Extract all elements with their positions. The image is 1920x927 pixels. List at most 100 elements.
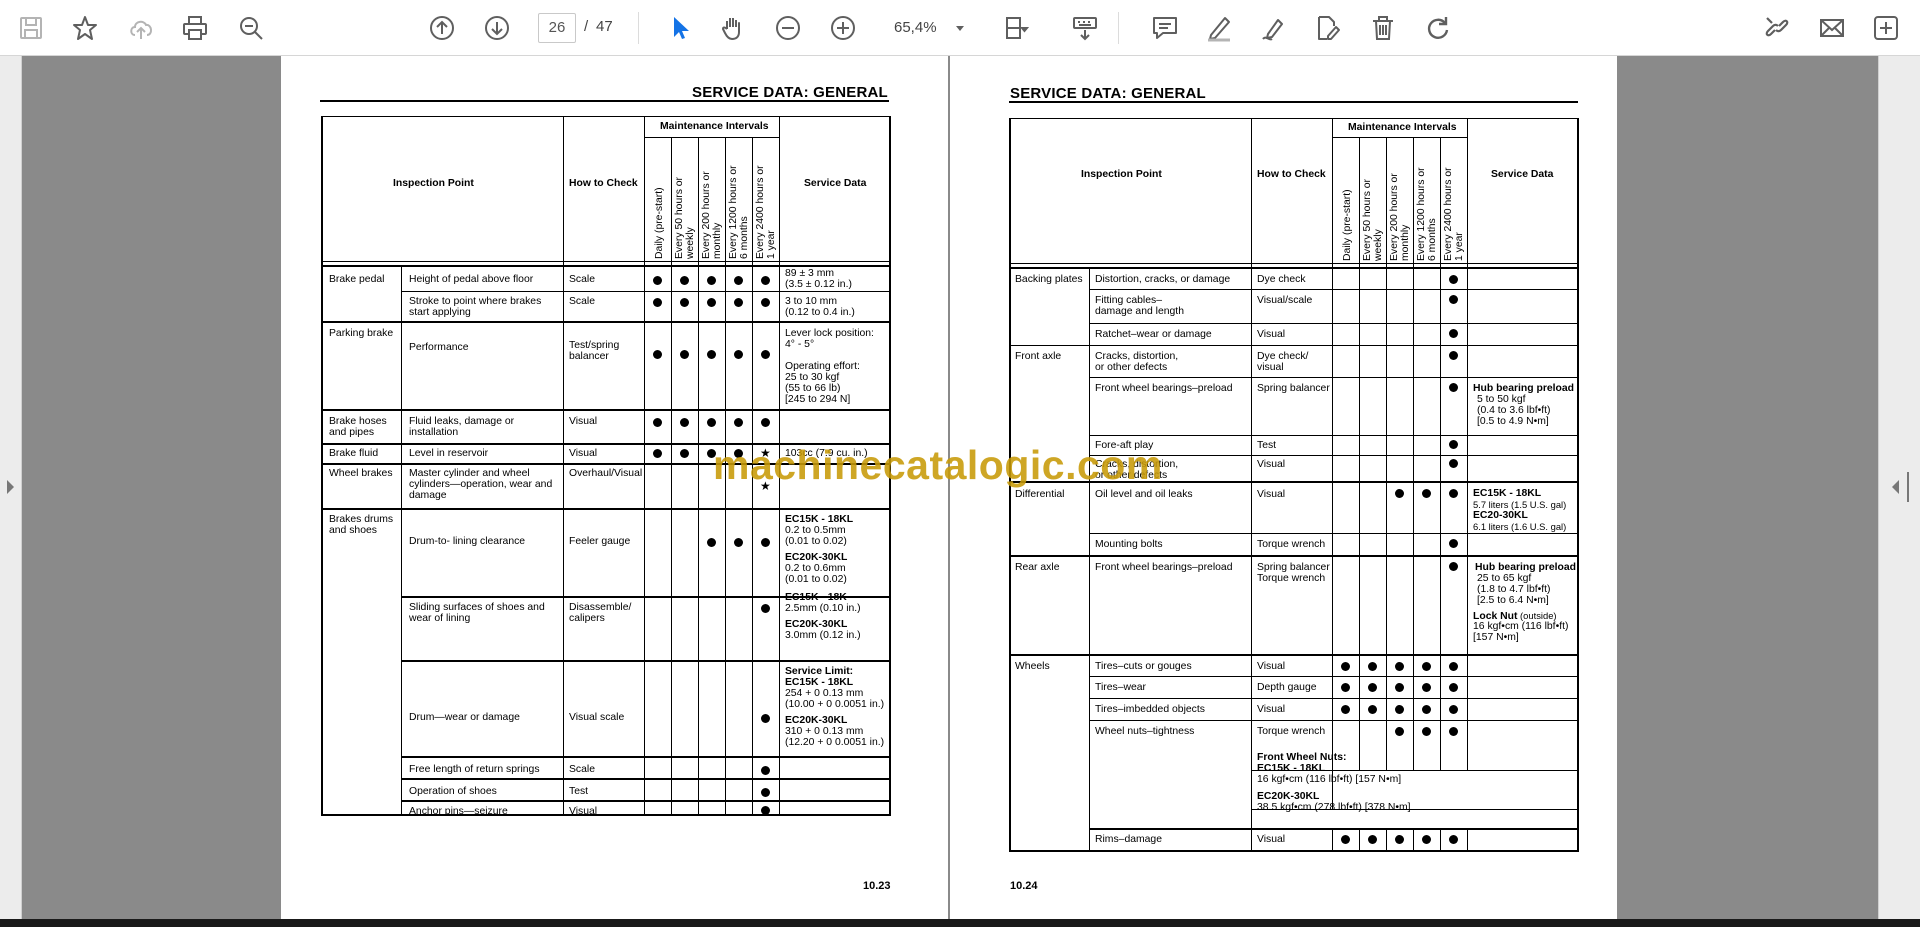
group-label: Backing plates xyxy=(1015,274,1083,285)
interval-dot xyxy=(734,538,743,547)
interval-dot xyxy=(1341,683,1350,692)
zoom-out-icon[interactable] xyxy=(771,11,805,45)
inspection-item: Master cylinder and wheel cylinders—oper… xyxy=(409,468,553,501)
more-tools-icon[interactable] xyxy=(1869,11,1903,45)
comment-icon[interactable] xyxy=(1148,11,1182,45)
header-maintenance-intervals: Maintenance Intervals xyxy=(660,121,769,132)
service-model: EC15K - 18KL xyxy=(1473,488,1542,499)
check-method: Spring balancer Torque wrench xyxy=(1257,562,1330,584)
group-label: Parking brake xyxy=(329,328,394,339)
save-icon[interactable] xyxy=(14,11,48,45)
left-panel-toggle[interactable] xyxy=(0,56,22,919)
share-link-icon[interactable] xyxy=(1760,11,1794,45)
next-page-icon[interactable] xyxy=(480,11,514,45)
check-method: Scale xyxy=(569,764,595,775)
keyboard-down-icon[interactable] xyxy=(1068,11,1102,45)
header-interval-200h: Every 200 hours or monthly xyxy=(701,171,723,259)
service-value: 6.1 liters (1.6 U.S. gal) xyxy=(1473,521,1567,532)
interval-dot xyxy=(1395,835,1404,844)
service-model: EC20K-30KL xyxy=(785,715,848,726)
zoom-in-icon[interactable] xyxy=(826,11,860,45)
delete-trash-icon[interactable] xyxy=(1366,11,1400,45)
check-method: Visual xyxy=(1257,834,1286,845)
header-service-data: Service Data xyxy=(1491,169,1554,180)
expand-right-icon[interactable] xyxy=(1892,480,1899,494)
page-number: 10.23 xyxy=(863,880,891,892)
interval-dot xyxy=(1422,835,1431,844)
header-how-to-check: How to Check xyxy=(1257,169,1326,180)
inspection-item: Level in reservoir xyxy=(409,448,489,459)
check-method: Scale xyxy=(569,274,595,285)
expand-left-icon[interactable] xyxy=(7,480,14,494)
interval-dot xyxy=(1449,383,1458,392)
interval-dot xyxy=(653,350,662,359)
interval-dot xyxy=(1449,275,1458,284)
page-number: 10.24 xyxy=(1010,880,1038,892)
interval-dot xyxy=(1368,662,1377,671)
interval-dot xyxy=(761,714,770,723)
service-model: EC20K-30KL xyxy=(785,619,848,630)
edit-document-icon[interactable] xyxy=(1311,11,1345,45)
interval-dot xyxy=(734,350,743,359)
sign-pen-icon[interactable] xyxy=(1257,11,1291,45)
interval-dot xyxy=(1449,705,1458,714)
header-service-data: Service Data xyxy=(804,178,867,189)
interval-dot xyxy=(1341,705,1350,714)
interval-dot xyxy=(1422,705,1431,714)
interval-dot xyxy=(761,298,770,307)
interval-dot xyxy=(761,766,770,775)
page-title: SERVICE DATA: GENERAL xyxy=(1010,85,1206,102)
inspection-item: Ratchet–wear or damage xyxy=(1095,329,1212,340)
print-icon[interactable] xyxy=(178,11,212,45)
page-number-input[interactable]: 26 xyxy=(538,13,576,43)
inspection-item: Front wheel bearings–preload xyxy=(1095,383,1233,394)
bookmark-star-icon[interactable] xyxy=(68,11,102,45)
watermark-text: machinecatalogic.com xyxy=(713,442,1163,488)
inspection-item: Height of pedal above floor xyxy=(409,274,534,285)
header-interval-50h: Every 50 hours or weekly xyxy=(1362,178,1384,261)
previous-page-icon[interactable] xyxy=(425,11,459,45)
service-value: 3 to 10 mm (0.12 to 0.4 in.) xyxy=(785,296,855,318)
interval-dot xyxy=(680,350,689,359)
inspection-item: Front wheel bearings–preload xyxy=(1095,562,1233,573)
group-label: Brake fluid xyxy=(329,448,379,459)
cloud-upload-icon[interactable] xyxy=(124,11,158,45)
interval-dot xyxy=(761,418,770,427)
highlight-pen-icon[interactable] xyxy=(1202,11,1236,45)
select-cursor-icon[interactable] xyxy=(663,11,697,45)
page-fit-icon[interactable] xyxy=(998,11,1032,45)
header-interval-1200h: Every 1200 hours or 6 months xyxy=(1416,167,1438,261)
inspection-item: Oil level and oil leaks xyxy=(1095,489,1193,500)
inspection-item: Cracks, distortion, or other defects xyxy=(1095,351,1179,373)
check-method: Dye check xyxy=(1257,274,1306,285)
group-label: Wheel brakes xyxy=(329,468,393,479)
interval-dot xyxy=(1449,539,1458,548)
chevron-down-icon[interactable] xyxy=(950,13,970,43)
service-model: Hub bearing preload xyxy=(1473,383,1575,394)
interval-dot xyxy=(1341,835,1350,844)
interval-dot xyxy=(680,298,689,307)
inspection-item: Tires–wear xyxy=(1095,682,1147,693)
interval-dot xyxy=(734,276,743,285)
check-method: Dye check/ visual xyxy=(1257,351,1309,373)
inspection-item: Free length of return springs xyxy=(409,764,540,775)
wheel-nuts-value: 16 kgf•cm (116 lbf•ft) [157 N•m] xyxy=(1257,774,1402,785)
right-panel-toggle[interactable] xyxy=(1878,56,1920,919)
check-method: Scale xyxy=(569,296,595,307)
hand-tool-icon[interactable] xyxy=(716,11,750,45)
interval-dot xyxy=(653,276,662,285)
inspection-item: Drum—wear or damage xyxy=(409,712,520,723)
service-value: 89 ± 3 mm (3.5 ± 0.12 in.) xyxy=(785,268,852,290)
redo-icon[interactable] xyxy=(1421,11,1455,45)
email-icon[interactable] xyxy=(1815,11,1849,45)
check-method: Test xyxy=(569,786,589,797)
check-method: Visual xyxy=(569,416,598,427)
zoom-search-icon[interactable] xyxy=(234,11,268,45)
interval-dot xyxy=(1395,705,1404,714)
service-value: 3.0mm (0.12 in.) xyxy=(785,630,861,641)
group-label: Brake hoses and pipes xyxy=(329,416,387,438)
taskbar-strip xyxy=(0,919,1920,927)
wheel-nuts-note-title: Front Wheel Nuts: xyxy=(1257,752,1347,763)
title-rule xyxy=(320,100,889,102)
page-title: SERVICE DATA: GENERAL xyxy=(692,84,888,101)
